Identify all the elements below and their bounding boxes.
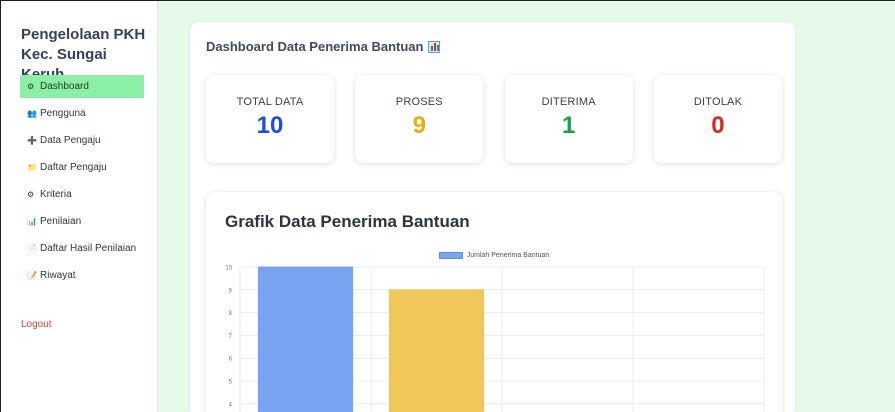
stats-row: TOTAL DATA 10 PROSES 9 DITERIMA 1 DITOLA… xyxy=(206,75,782,163)
y-tick-label: 7 xyxy=(229,334,233,340)
sidebar-item-data-pengaju[interactable]: ➕ Data Pengaju xyxy=(20,129,144,152)
folder-icon: 📁 xyxy=(27,162,37,172)
sidebar-item-pengguna[interactable]: 👥 Pengguna xyxy=(20,102,144,125)
dashboard-card: Dashboard Data Penerima Bantuan TOTAL DA… xyxy=(190,22,795,412)
stat-card-total: TOTAL DATA 10 xyxy=(206,75,334,163)
users-icon: 👥 xyxy=(27,108,37,118)
stat-value: 9 xyxy=(412,112,426,139)
bar xyxy=(388,289,485,412)
sidebar-item-riwayat[interactable]: 📝 Riwayat xyxy=(20,264,144,287)
y-tick-label: 5 xyxy=(229,380,233,386)
stat-card-diterima: DITERIMA 1 xyxy=(504,75,633,163)
bar-chart-icon xyxy=(428,40,441,53)
sidebar-item-label: Daftar Hasil Penilaian xyxy=(40,243,137,254)
logout-link[interactable]: Logout xyxy=(21,319,52,330)
sidebar-item-label: Kriteria xyxy=(40,189,72,200)
chart-card: Grafik Data Penerima Bantuan Jumlah Pene… xyxy=(206,192,782,412)
bar xyxy=(257,266,354,412)
y-tick-label: 9 xyxy=(229,288,233,294)
pencil-icon: 📝 xyxy=(27,270,37,280)
page-title: Dashboard Data Penerima Bantuan xyxy=(206,39,441,54)
sidebar-item-label: Pengguna xyxy=(40,108,86,119)
sidebar-item-daftar-pengaju[interactable]: 📁 Daftar Pengaju xyxy=(20,156,144,179)
sidebar-item-penilaian[interactable]: 📊 Penilaian xyxy=(20,210,144,233)
sidebar-menu: ⚙ Dashboard 👥 Pengguna ➕ Data Pengaju 📁 … xyxy=(20,75,144,291)
sidebar-item-daftar-hasil-penilaian[interactable]: 📄 Daftar Hasil Penilaian xyxy=(20,237,144,260)
sidebar-item-label: Penilaian xyxy=(40,216,82,227)
sidebar-item-dashboard[interactable]: ⚙ Dashboard xyxy=(20,75,144,98)
brand-line-1: Pengelolaan PKH xyxy=(21,26,146,43)
stat-label: PROSES xyxy=(395,96,443,108)
sidebar-item-kriteria[interactable]: ⚙ Kriteria xyxy=(20,183,144,206)
stat-value: 10 xyxy=(256,112,284,139)
stat-card-ditolak: DITOLAK 0 xyxy=(653,75,782,163)
plus-icon: ➕ xyxy=(27,135,37,145)
stat-value: 0 xyxy=(711,112,725,139)
dashboard-icon: ⚙ xyxy=(27,81,35,91)
sidebar-item-label: Dashboard xyxy=(40,81,89,92)
sidebar-item-label: Daftar Pengaju xyxy=(40,162,107,173)
page-title-text: Dashboard Data Penerima Bantuan xyxy=(206,39,424,54)
sidebar-item-label: Riwayat xyxy=(40,270,76,281)
sidebar: Pengelolaan PKH Kec. Sungai Keruh ⚙ Dash… xyxy=(1,1,158,412)
gear-icon: ⚙ xyxy=(27,189,35,199)
stat-card-proses: PROSES 9 xyxy=(355,75,484,163)
document-icon: 📄 xyxy=(27,243,37,253)
sidebar-item-label: Data Pengaju xyxy=(40,135,101,146)
bar-chart: 10 9 8 7 6 5 4 xyxy=(225,266,765,412)
stat-label: TOTAL DATA xyxy=(236,96,304,108)
y-tick-label: 8 xyxy=(229,311,233,317)
stat-value: 1 xyxy=(561,112,576,139)
y-tick-label: 4 xyxy=(229,402,233,408)
y-tick-label: 10 xyxy=(225,266,232,272)
stat-label: DITOLAK xyxy=(693,96,743,108)
y-tick-label: 6 xyxy=(229,357,233,363)
stat-label: DITERIMA xyxy=(541,96,596,108)
chart-icon: 📊 xyxy=(27,216,37,226)
